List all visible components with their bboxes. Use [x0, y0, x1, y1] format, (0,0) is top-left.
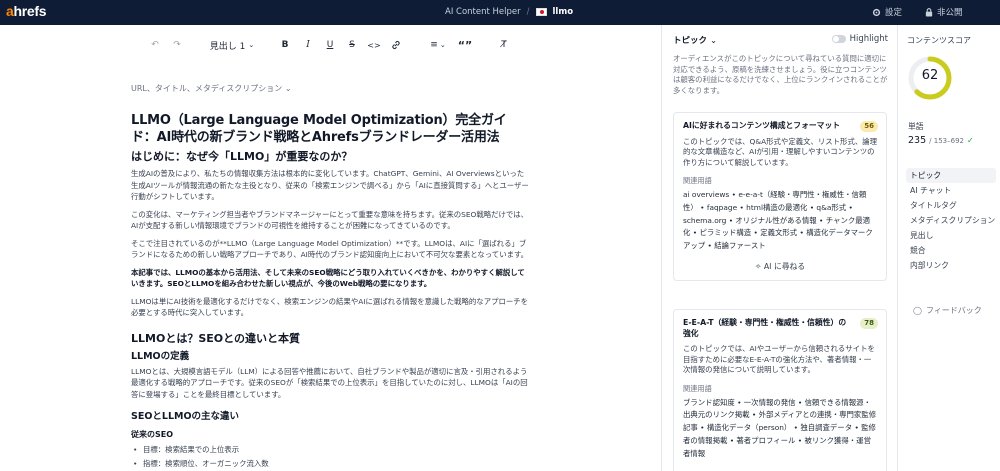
sidebar-item-title-tag[interactable]: タイトルタグ: [906, 198, 996, 213]
breadcrumb-project[interactable]: llmo: [553, 7, 574, 17]
word-count-label: 単語: [908, 122, 924, 131]
heading-what-is-llmo: LLMOとは？SEOとの違いと本質: [131, 331, 300, 345]
sidebar-nav: トピック AI チャット タイトルタグ メタディスクリプション 見出し 競合 内…: [906, 168, 996, 273]
topic-score-badge: 56: [860, 121, 878, 132]
sidebar-item-competitors[interactable]: 競合: [906, 243, 996, 258]
lock-icon: [925, 7, 933, 17]
sparkle-icon: ✧: [754, 261, 764, 271]
topic-description: このトピックでは、Q&A形式や定義文、リスト形式、論理的な文章構造など、AIが引…: [683, 136, 878, 167]
topics-panel: トピック ⌄ Highlight オーディエンスがこのトピックについて尋ねている…: [663, 25, 896, 471]
related-terms-label: 関連用語: [683, 176, 712, 185]
content-score-title: コンテンツスコア: [907, 36, 971, 45]
highlight-label: Highlight: [849, 34, 888, 44]
visibility-label: 非公開: [937, 8, 963, 18]
link-icon: [392, 40, 400, 50]
redo-icon: ↷: [173, 40, 181, 50]
code-button[interactable]: <>: [367, 37, 381, 53]
link-button[interactable]: [389, 37, 403, 53]
heading-differences: SEOとLLMOの主な違い: [131, 411, 240, 422]
gear-icon: [872, 8, 881, 16]
highlight-toggle[interactable]: Highlight: [831, 34, 888, 44]
feedback-button[interactable]: ◯ フィードバック: [913, 305, 982, 316]
settings-label: 設定: [885, 8, 903, 18]
strikethrough-button[interactable]: S: [346, 37, 358, 53]
heading-traditional-seo: 従来のSEO: [131, 430, 174, 439]
sidebar-item-headings[interactable]: 見出し: [906, 228, 996, 243]
clear-format-button[interactable]: T̸: [498, 37, 510, 53]
align-button[interactable]: ≡ ⌄: [428, 37, 448, 53]
clear-format-icon: T̸: [501, 40, 507, 50]
related-terms-label: 関連用語: [683, 383, 712, 393]
paragraph: そこで注目されているのが**LLMO（Large Language Model …: [131, 238, 529, 260]
score-sidebar: コンテンツスコア 62 単語 235 / 153–692 ✓ トピック AI チ…: [897, 25, 1000, 471]
heading-select-label: 見出し 1: [209, 41, 246, 52]
topic-score-badge: 78: [860, 318, 878, 329]
document-body[interactable]: LLMO（Large Language Model Optimization）完…: [131, 112, 531, 470]
chevron-down-icon: ⌄: [709, 36, 718, 46]
top-bar: ahrefs AI Content Helper / llmo 設定 非公開: [0, 0, 1000, 25]
heading-select[interactable]: 見出し 1 ⌄: [210, 37, 254, 53]
chevron-down-icon: ⌄: [284, 84, 292, 93]
list-item: 目標：検索結果での上位表示: [131, 443, 531, 457]
heading-definition: LLMOの定義: [131, 350, 190, 362]
topic-title: AIに好まれるコンテンツ構成とフォーマット: [683, 121, 841, 130]
toggle-switch[interactable]: [831, 35, 846, 43]
undo-button[interactable]: ↶: [148, 37, 162, 53]
heading-intro: はじめに：なぜ今「LLMO」が重要なのか？: [131, 150, 353, 163]
breadcrumb-tool[interactable]: AI Content Helper: [445, 7, 521, 17]
settings-button[interactable]: 設定: [872, 6, 902, 18]
sidebar-item-internal-links[interactable]: 内部リンク: [906, 258, 996, 273]
chevron-down-icon: ⌄: [248, 41, 255, 49]
list-item: 指標：検索順位、オーガニック流入数: [131, 457, 531, 471]
sidebar-item-meta-description[interactable]: メタディスクリプション: [906, 213, 996, 228]
underline-button[interactable]: U: [324, 37, 336, 53]
topic-description: このトピックでは、AIやユーザーから信頼されるサイトを目指すために必要なE-E-…: [683, 344, 875, 374]
blockquote-button[interactable]: “”: [458, 37, 472, 53]
related-terms: ai overviews • e-e-a-t（経験・専門性・権威性・信頼性） •…: [683, 190, 873, 251]
ask-ai-button[interactable]: ✧ AI に尋ねる: [683, 261, 877, 272]
topics-intro: オーディエンスがこのトピックについて尋ねている質問に適切に対応できるよう、原稿を…: [673, 54, 888, 95]
ahrefs-logo[interactable]: ahrefs: [6, 3, 47, 19]
italic-button[interactable]: I: [302, 37, 314, 53]
visibility-button[interactable]: 非公開: [925, 6, 963, 18]
chat-bubble-icon: ◯: [913, 306, 922, 315]
redo-button[interactable]: ↷: [170, 37, 184, 53]
align-left-icon: ≡: [430, 40, 438, 50]
check-icon: ✓: [967, 136, 974, 145]
chevron-down-icon: ⌄: [439, 41, 446, 49]
sidebar-item-topics[interactable]: トピック: [906, 168, 996, 183]
paragraph: 生成AIの普及により、私たちの情報収集方法は根本的に変化しています。ChatGP…: [131, 169, 529, 201]
topic-card: AIに好まれるコンテンツ構成とフォーマット 56 このトピックでは、Q&A形式や定…: [673, 112, 887, 281]
content-score-value: 62: [921, 68, 939, 83]
topic-title: E-E-A-T（経験・専門性・権威性・信頼性）の強化: [683, 318, 847, 338]
japan-flag-icon: [535, 8, 547, 16]
topic-card: E-E-A-T（経験・専門性・権威性・信頼性）の強化 78 このトピックでは、AI…: [673, 309, 887, 471]
topics-dropdown[interactable]: トピック ⌄: [673, 34, 717, 46]
sidebar-item-ai-chat[interactable]: AI チャット: [906, 183, 996, 198]
paragraph: この変化は、マーケティング担当者やブランドマネージャーにとって重要な意味を持ちま…: [131, 209, 529, 231]
bold-button[interactable]: B: [279, 37, 291, 53]
breadcrumb-separator: /: [526, 7, 530, 17]
document-title: LLMO（Large Language Model Optimization）完…: [131, 113, 507, 145]
undo-icon: ↶: [151, 40, 159, 50]
paragraph: LLMOは単にAI技術を最適化するだけでなく、検索エンジンの結果やAIに選ばれる…: [131, 296, 529, 318]
related-terms: ブランド認知度 • 一次情報の発信 • 信頼できる情報源・出典元のリンク掲載 •…: [683, 397, 877, 458]
paragraph: LLMOとは、大規模言語モデル（LLM）による回答や推薦において、自社ブランドや…: [131, 366, 528, 399]
breadcrumb: AI Content Helper / llmo: [445, 7, 573, 17]
word-count-value: 235: [908, 135, 927, 146]
editor-pane: ↶ ↷ 見出し 1 ⌄ B I U S <> ≡ ⌄ “” T̸ URL、タイトル、…: [0, 25, 662, 471]
word-count: 235 / 153–692 ✓: [908, 135, 974, 146]
paragraph-bold: 本記事では、LLMOの基本から活用法、そして未来のSEO戦略にどう取り入れていく…: [131, 267, 525, 289]
meta-fields-label: URL、タイトル、メタディスクリプション: [131, 84, 283, 93]
meta-fields-toggle[interactable]: URL、タイトル、メタディスクリプション ⌄: [131, 83, 292, 94]
topics-dropdown-label: トピック: [673, 36, 708, 46]
ask-ai-label: AI に尋ねる: [763, 261, 806, 271]
feedback-label: フィードバック: [925, 306, 982, 315]
word-count-range: / 153–692: [929, 137, 964, 145]
